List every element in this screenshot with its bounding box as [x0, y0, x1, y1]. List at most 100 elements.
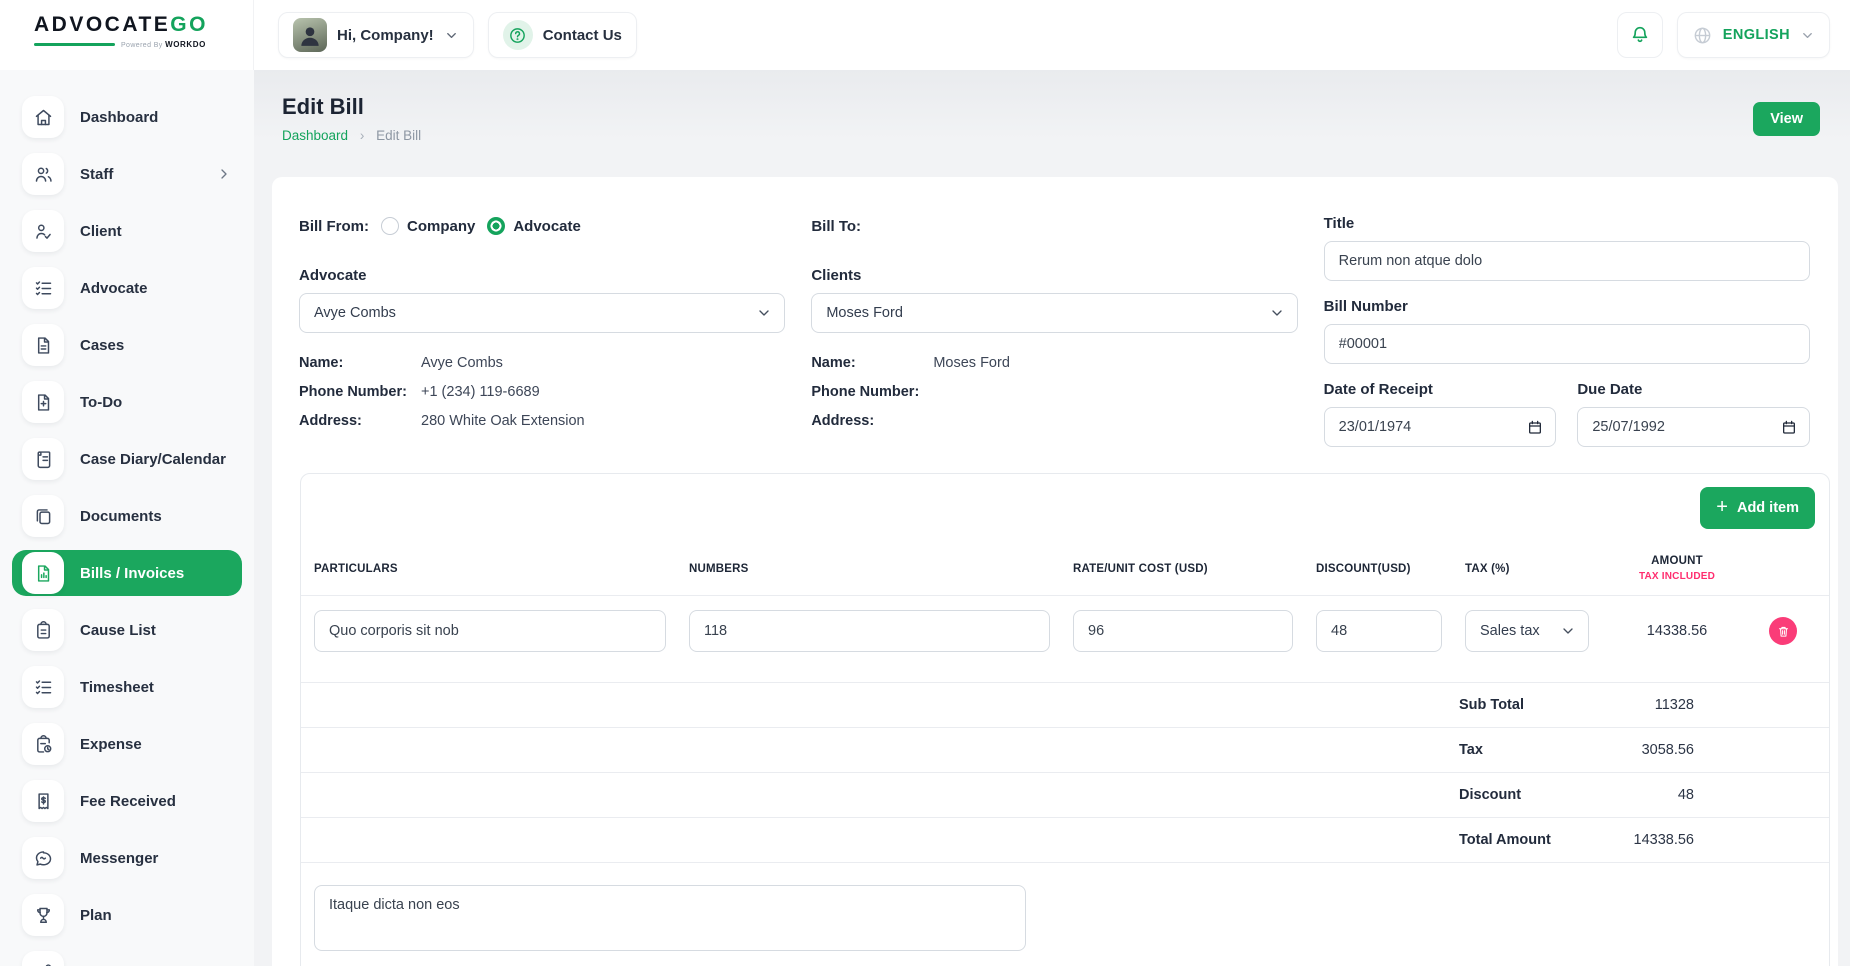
journal-icon	[22, 438, 64, 480]
advocate-select[interactable]: Avye Combs	[299, 293, 785, 333]
clients-select[interactable]: Moses Ford	[811, 293, 1297, 333]
sidebar-item-documents[interactable]: Documents	[12, 493, 242, 539]
home-icon	[22, 96, 64, 138]
tax-row: Tax 3058.56	[301, 728, 1829, 773]
rate-input[interactable]	[1073, 610, 1293, 652]
notes-textarea[interactable]: Itaque dicta non eos	[314, 885, 1026, 951]
subtotal-value: 11328	[1610, 697, 1694, 713]
bill-from-label: Bill From:	[299, 218, 369, 235]
sidebar-item-timesheet[interactable]: Timesheet	[12, 664, 242, 710]
advocate-name-value: Avye Combs	[421, 355, 503, 371]
view-button[interactable]: View	[1753, 102, 1820, 136]
radio-company[interactable]: Company	[381, 217, 475, 235]
person-icon	[297, 22, 323, 48]
col-discount: DISCOUNT(USD)	[1316, 563, 1442, 575]
sidebar-item-case-diary[interactable]: Case Diary/Calendar	[12, 436, 242, 482]
breadcrumb-separator: ›	[360, 128, 365, 143]
numbers-input[interactable]	[689, 610, 1050, 652]
bill-number-input[interactable]	[1324, 324, 1810, 364]
chevron-right-icon	[216, 166, 232, 182]
sidebar-item-staff[interactable]: Staff	[12, 151, 242, 197]
chevron-down-icon	[1800, 28, 1815, 43]
plus-icon: +	[1716, 497, 1728, 517]
sidebar-item-cases[interactable]: Cases	[12, 322, 242, 368]
delete-item-button[interactable]	[1769, 617, 1797, 645]
sidebar-item-plan[interactable]: Plan	[12, 892, 242, 938]
clipboard-clock-icon	[22, 723, 64, 765]
chat-icon	[22, 837, 64, 879]
client-details: Name:Moses Ford Phone Number: Address:	[811, 355, 1297, 429]
tax-value: 3058.56	[1610, 742, 1694, 758]
due-date-input[interactable]	[1577, 407, 1810, 447]
sidebar-item-dashboard[interactable]: Dashboard	[12, 94, 242, 140]
brand-logo[interactable]: ADVOCATEGO Powered By WORKDO	[0, 0, 254, 70]
advocate-details: Name:Avye Combs Phone Number:+1 (234) 11…	[299, 355, 785, 429]
sidebar-item-fee-received[interactable]: Fee Received	[12, 778, 242, 824]
file-icon	[22, 324, 64, 366]
row-amount: 14338.56	[1612, 610, 1742, 652]
sidebar-item-cause-list[interactable]: Cause List	[12, 607, 242, 653]
item-row: Sales tax 14338.56	[301, 596, 1829, 683]
brand-wordmark: ADVOCATEGO	[34, 13, 253, 37]
sidebar-item-expense[interactable]: Expense	[12, 721, 242, 767]
clients-label: Clients	[811, 267, 1297, 284]
tax-included-note: TAX INCLUDED	[1612, 571, 1742, 582]
list-check-icon	[22, 267, 64, 309]
sidebar-item-bills-invoices[interactable]: Bills / Invoices	[12, 550, 242, 596]
sidebar-item-todo[interactable]: To-Do	[12, 379, 242, 425]
list-check-icon	[22, 666, 64, 708]
discount-input[interactable]	[1316, 610, 1442, 652]
users-icon	[22, 153, 64, 195]
breadcrumb-dashboard-link[interactable]: Dashboard	[282, 128, 348, 143]
add-item-button[interactable]: + Add item	[1700, 487, 1815, 529]
col-amount: AMOUNT TAX INCLUDED	[1612, 555, 1742, 582]
sidebar-item-crm[interactable]: CRM	[12, 949, 242, 966]
radio-company-control[interactable]	[381, 217, 399, 235]
advocate-phone-value: +1 (234) 119-6689	[421, 384, 540, 400]
receipt-icon	[22, 780, 64, 822]
trophy-icon	[22, 894, 64, 936]
clipboard-icon	[22, 609, 64, 651]
sidebar-item-client[interactable]: Client	[12, 208, 242, 254]
breadcrumb-current: Edit Bill	[376, 128, 421, 143]
bill-to-label: Bill To:	[811, 218, 861, 235]
topbar: ADVOCATEGO Powered By WORKDO Hi, Company…	[0, 0, 1850, 70]
copy-icon	[22, 495, 64, 537]
title-label: Title	[1324, 215, 1810, 232]
discount-value: 48	[1610, 787, 1694, 803]
contact-us-button[interactable]: Contact Us	[488, 12, 637, 58]
date-of-receipt-input[interactable]	[1324, 407, 1557, 447]
file-chart-icon	[22, 552, 64, 594]
network-icon	[22, 951, 64, 966]
sidebar-item-advocate[interactable]: Advocate	[12, 265, 242, 311]
breadcrumb: Dashboard › Edit Bill	[282, 128, 421, 143]
client-name-value: Moses Ford	[933, 355, 1010, 371]
col-numbers: NUMBERS	[689, 563, 1050, 575]
col-tax: TAX (%)	[1465, 563, 1589, 575]
tax-select[interactable]: Sales tax	[1465, 610, 1589, 652]
page-title: Edit Bill	[282, 94, 421, 120]
col-particulars: PARTICULARS	[314, 563, 666, 575]
col-rate: RATE/UNIT COST (USD)	[1073, 563, 1293, 575]
title-input[interactable]	[1324, 241, 1810, 281]
line-items-section: + Add item PARTICULARS NUMBERS RATE/UNIT…	[300, 473, 1830, 966]
radio-advocate-control[interactable]	[487, 217, 505, 235]
trash-icon	[1777, 625, 1790, 638]
app-root: ADVOCATEGO Powered By WORKDO Hi, Company…	[0, 0, 1850, 966]
brand-underline	[34, 43, 115, 46]
greeting-label: Hi, Company!	[337, 27, 434, 44]
discount-row: Discount 48	[301, 773, 1829, 818]
particulars-input[interactable]	[314, 610, 666, 652]
language-selector[interactable]: ENGLISH	[1677, 12, 1830, 58]
file-plus-icon	[22, 381, 64, 423]
user-check-icon	[22, 210, 64, 252]
bill-number-label: Bill Number	[1324, 298, 1810, 315]
powered-by: Powered By WORKDO	[121, 40, 206, 49]
user-menu-button[interactable]: Hi, Company!	[278, 12, 474, 58]
sidebar-item-messenger[interactable]: Messenger	[12, 835, 242, 881]
main-content: Edit Bill Dashboard › Edit Bill View Bil…	[254, 70, 1850, 966]
notifications-button[interactable]	[1617, 12, 1663, 58]
radio-advocate[interactable]: Advocate	[487, 217, 581, 235]
date-of-receipt-label: Date of Receipt	[1324, 381, 1557, 398]
items-table-header: PARTICULARS NUMBERS RATE/UNIT COST (USD)…	[301, 542, 1829, 596]
